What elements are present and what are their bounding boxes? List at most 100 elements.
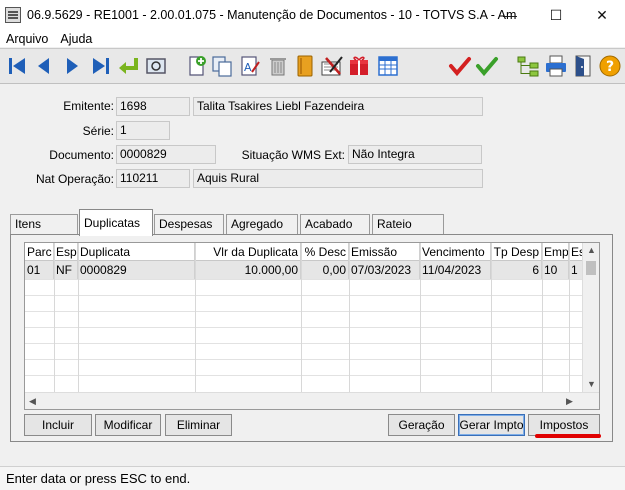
- cell-vlr-duplicata: 10.000,00: [195, 261, 301, 279]
- column-header-vencimento[interactable]: Vencimento: [420, 243, 491, 261]
- grid-column-line: [301, 243, 302, 393]
- app-icon: [5, 7, 21, 23]
- column-header-emp[interactable]: Emp: [542, 243, 569, 261]
- status-bar: Enter data or press ESC to end.: [0, 466, 625, 490]
- documento-label: Documento:: [49, 148, 114, 162]
- book-icon[interactable]: [293, 53, 317, 79]
- cell-desc: 0,00: [301, 261, 349, 279]
- nat-operacao-name-field[interactable]: Aquis Rural: [193, 169, 483, 188]
- first-icon[interactable]: [6, 53, 30, 79]
- table-row[interactable]: 01 NF 0000829 10.000,00 0,00 07/03/2023 …: [25, 261, 599, 279]
- scroll-down-icon[interactable]: ▼: [587, 379, 596, 389]
- column-header-duplicata[interactable]: Duplicata: [78, 243, 195, 261]
- search-icon[interactable]: [144, 53, 168, 79]
- situacao-wms-field[interactable]: Não Integra: [348, 145, 482, 164]
- tab-rateio[interactable]: Rateio: [372, 214, 444, 234]
- grid-line: [25, 279, 585, 280]
- add-icon[interactable]: [184, 53, 208, 79]
- nat-operacao-label: Nat Operação:: [35, 172, 114, 186]
- menu-ajuda[interactable]: Ajuda: [60, 32, 92, 46]
- tree-icon[interactable]: [516, 53, 540, 79]
- grid-line: [25, 375, 585, 376]
- grid-column-line: [491, 243, 492, 393]
- vertical-scrollbar[interactable]: ▲ ▼: [582, 243, 599, 393]
- table-header: Parc Esp Duplicata Vlr da Duplicata % De…: [25, 243, 599, 261]
- cell-tp-desp: 6: [491, 261, 542, 279]
- svg-text:A: A: [244, 61, 252, 74]
- check-green-icon[interactable]: [475, 53, 499, 79]
- cell-esp: NF: [54, 261, 78, 279]
- menu-arquivo[interactable]: Arquivo: [6, 32, 48, 46]
- print-icon[interactable]: [544, 53, 568, 79]
- emitente-code-field[interactable]: 1698: [116, 97, 190, 116]
- help-icon[interactable]: ?: [598, 53, 622, 79]
- cell-parc: 01: [25, 261, 54, 279]
- modificar-button[interactable]: Modificar: [95, 414, 161, 436]
- grid-column-line: [195, 243, 196, 393]
- previous-icon[interactable]: [32, 53, 56, 79]
- geracao-button[interactable]: Geração: [388, 414, 455, 436]
- tab-acabado[interactable]: Acabado: [300, 214, 370, 234]
- column-header-emissao[interactable]: Emissão: [349, 243, 420, 261]
- title-bar: 06.9.5629 - RE1001 - 2.00.01.075 - Manut…: [0, 0, 625, 30]
- cell-emp: 10: [542, 261, 569, 279]
- column-header-tp-desp[interactable]: Tp Desp: [491, 243, 542, 261]
- help-icon-label: ?: [606, 59, 614, 75]
- edit-icon[interactable]: A: [238, 53, 262, 79]
- eliminar-button[interactable]: Eliminar: [165, 414, 232, 436]
- grid-column-line: [420, 243, 421, 393]
- cell-duplicata: 0000829: [78, 261, 195, 279]
- situacao-wms-label: Situação WMS Ext:: [241, 148, 345, 162]
- horizontal-scrollbar[interactable]: ◀ ▶: [25, 392, 599, 409]
- emitente-label: Emitente:: [63, 99, 114, 113]
- grid-column-line: [349, 243, 350, 393]
- copy-icon[interactable]: [210, 53, 234, 79]
- next-icon[interactable]: [60, 53, 84, 79]
- column-header-desc[interactable]: % Desc: [301, 243, 349, 261]
- emitente-name-field[interactable]: Talita Tsakires Liebl Fazendeira: [193, 97, 483, 116]
- tab-itens[interactable]: Itens: [10, 214, 78, 234]
- menu-bar: Arquivo Ajuda: [0, 30, 625, 47]
- window-title: 06.9.5629 - RE1001 - 2.00.01.075 - Manut…: [27, 8, 517, 22]
- grid-column-line: [78, 243, 79, 393]
- column-header-vlr-duplicata[interactable]: Vlr da Duplicata: [195, 243, 301, 261]
- delete-icon[interactable]: [266, 53, 290, 79]
- column-header-esp[interactable]: Esp: [54, 243, 78, 261]
- tab-despesas[interactable]: Despesas: [154, 214, 224, 234]
- duplicatas-table[interactable]: Parc Esp Duplicata Vlr da Duplicata % De…: [24, 242, 600, 410]
- grid-column-line: [54, 243, 55, 393]
- close-button[interactable]: ✕: [579, 0, 625, 30]
- gerar-impto-button[interactable]: Gerar Impto: [458, 414, 525, 436]
- return-icon[interactable]: [116, 53, 140, 79]
- cell-emissao: 07/03/2023: [349, 261, 420, 279]
- last-icon[interactable]: [88, 53, 112, 79]
- grid-line: [25, 327, 585, 328]
- serie-field[interactable]: 1: [116, 121, 170, 140]
- documento-field[interactable]: 0000829: [116, 145, 216, 164]
- grid-line: [25, 295, 585, 296]
- minimize-button[interactable]: —: [487, 0, 533, 30]
- grid-column-line: [569, 243, 570, 393]
- incluir-button[interactable]: Incluir: [24, 414, 92, 436]
- red-highlight-underline: [535, 434, 601, 438]
- grid-line: [25, 343, 585, 344]
- nat-operacao-code-field[interactable]: 110211: [116, 169, 190, 188]
- tools-icon[interactable]: [320, 53, 344, 79]
- maximize-button[interactable]: ☐: [533, 0, 579, 30]
- scroll-left-icon[interactable]: ◀: [29, 396, 36, 407]
- scroll-thumb[interactable]: [586, 261, 596, 275]
- grid-column-line: [542, 243, 543, 393]
- grid-icon[interactable]: [376, 53, 400, 79]
- scroll-up-icon[interactable]: ▲: [587, 245, 596, 255]
- impostos-button[interactable]: Impostos: [528, 414, 600, 436]
- scroll-right-icon[interactable]: ▶: [566, 396, 573, 407]
- column-header-parc[interactable]: Parc: [25, 243, 54, 261]
- exit-icon[interactable]: [572, 53, 596, 79]
- check-red-icon[interactable]: [448, 53, 472, 79]
- gift-icon[interactable]: [347, 53, 371, 79]
- cell-vencimento: 11/04/2023: [420, 261, 491, 279]
- tab-agregado[interactable]: Agregado: [226, 214, 298, 234]
- serie-label: Série:: [82, 124, 114, 138]
- tab-duplicatas[interactable]: Duplicatas: [79, 209, 153, 236]
- grid-line: [25, 359, 585, 360]
